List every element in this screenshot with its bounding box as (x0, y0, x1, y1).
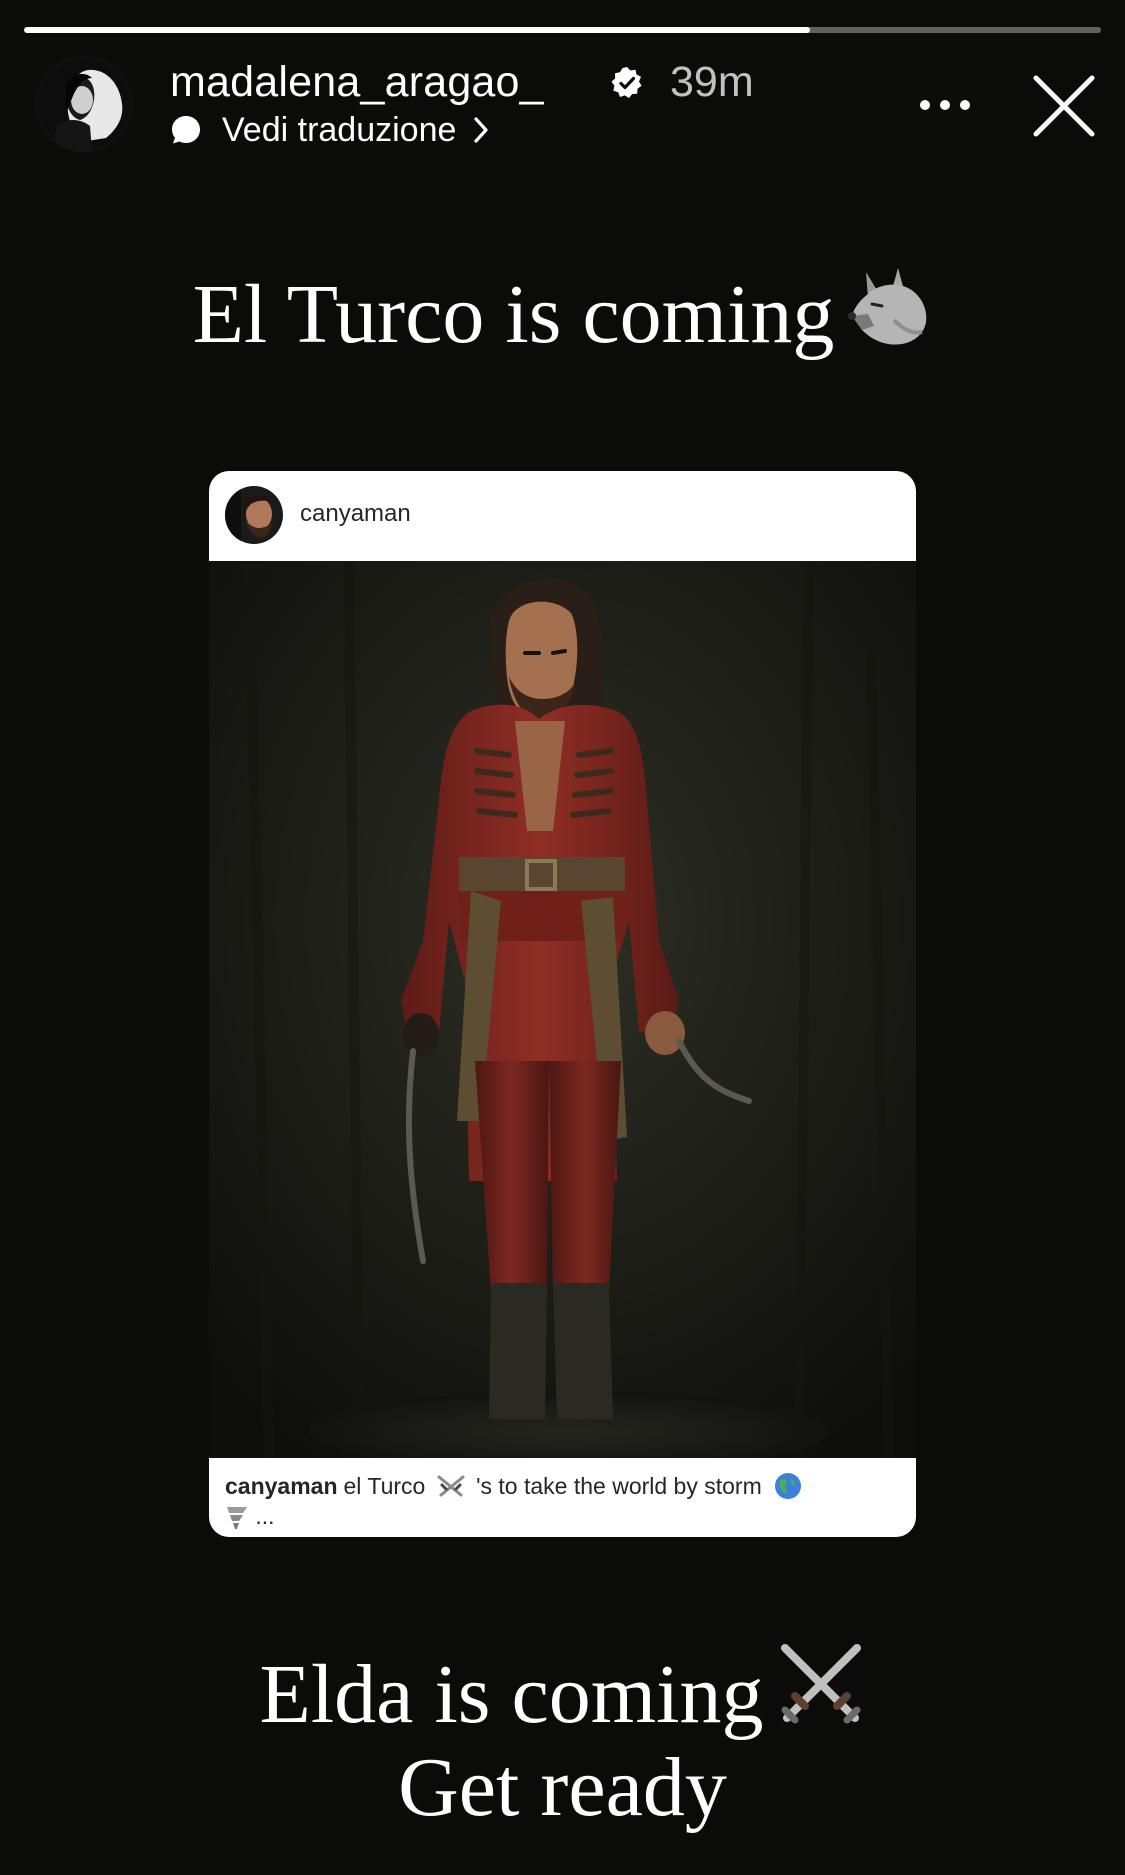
story-text-line-1: El Turco is coming (0, 264, 1125, 365)
story-progress-bar (24, 27, 1101, 33)
crossed-swords-emoji (437, 1475, 465, 1497)
story-text-elda: Elda is coming (259, 1648, 764, 1741)
shared-post-username[interactable]: canyaman (300, 499, 411, 529)
crossed-swords-emoji (781, 1644, 862, 1724)
caption-text-part-1: el Turco (343, 1473, 426, 1499)
wolf-emoji (848, 268, 927, 345)
shared-post-header: canyaman (209, 471, 916, 561)
story-username[interactable]: madalena_aragao_ (170, 56, 544, 108)
story-progress-fill (24, 27, 811, 33)
shared-post-avatar-image (225, 486, 283, 544)
caption-more[interactable]: ... (255, 1503, 274, 1529)
see-translation-label: Vedi traduzione (222, 111, 457, 149)
caption-username[interactable]: canyaman (225, 1473, 338, 1499)
verified-badge-icon (611, 67, 642, 98)
globe-emoji (775, 1473, 802, 1499)
shared-post-photo (209, 561, 916, 1458)
story-text-get-ready: Get ready (398, 1741, 727, 1834)
speech-bubble-icon (172, 116, 200, 144)
story-text-line-2: Elda is coming (0, 1640, 1125, 1745)
close-icon[interactable] (1030, 72, 1098, 140)
see-translation-button[interactable]: Vedi traduzione (170, 110, 490, 150)
shared-post-avatar[interactable] (225, 486, 283, 544)
shared-post-card[interactable]: canyaman canyaman el Turco 's to take th… (209, 471, 916, 1537)
avatar-image (36, 56, 132, 152)
story-text-el-turco: El Turco is coming (192, 268, 835, 361)
more-options-icon[interactable] (915, 80, 975, 130)
tornado-emoji (227, 1507, 247, 1529)
profile-avatar[interactable] (36, 56, 132, 152)
caption-text-part-2: 's to take the world by storm (476, 1473, 762, 1499)
shared-post-caption: canyaman el Turco 's to take the world by… (225, 1471, 905, 1531)
pirate-portrait-image (209, 561, 916, 1458)
chevron-right-icon (474, 117, 489, 143)
story-timestamp: 39m (670, 58, 754, 106)
